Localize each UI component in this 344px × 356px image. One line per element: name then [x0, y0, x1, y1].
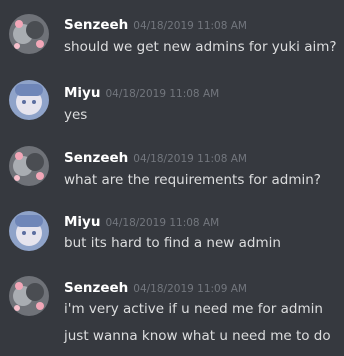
timestamp: 04/18/2019 11:08 AM	[133, 20, 247, 32]
message-group: Senzeeh 04/18/2019 11:08 AM what are the …	[0, 132, 344, 198]
timestamp: 04/18/2019 11:08 AM	[105, 88, 220, 100]
senzeeh-avatar[interactable]	[9, 276, 49, 316]
username[interactable]: Senzeeh	[64, 17, 128, 33]
message-text: i'm very active if u need me for admin	[64, 301, 323, 317]
senzeeh-avatar[interactable]	[9, 14, 49, 54]
timestamp: 04/18/2019 11:08 AM	[133, 153, 247, 165]
message-text: yes	[64, 107, 88, 123]
message-group: Miyu 04/18/2019 11:08 AM but its hard to …	[0, 198, 344, 264]
senzeeh-avatar[interactable]	[9, 146, 49, 186]
username[interactable]: Senzeeh	[64, 280, 128, 296]
message-text: what are the requirements for admin?	[64, 172, 321, 188]
message-text: should we get new admins for yuki aim?	[64, 39, 337, 55]
timestamp: 04/18/2019 11:09 AM	[133, 283, 247, 295]
miyu-avatar[interactable]	[9, 80, 49, 120]
username[interactable]: Miyu	[64, 85, 100, 101]
message-group: Senzeeh 04/18/2019 11:08 AM should we get…	[0, 0, 344, 66]
message-text: just wanna know what u need me to do	[64, 328, 331, 344]
message-text: but its hard to find a new admin	[64, 235, 281, 251]
miyu-avatar[interactable]	[9, 211, 49, 251]
timestamp: 04/18/2019 11:08 AM	[105, 217, 220, 229]
message-group: Senzeeh 04/18/2019 11:09 AM i'm very acti…	[0, 264, 344, 356]
message-group: Miyu 04/18/2019 11:08 AM yes	[0, 66, 344, 132]
username[interactable]: Miyu	[64, 214, 100, 230]
username[interactable]: Senzeeh	[64, 150, 128, 166]
